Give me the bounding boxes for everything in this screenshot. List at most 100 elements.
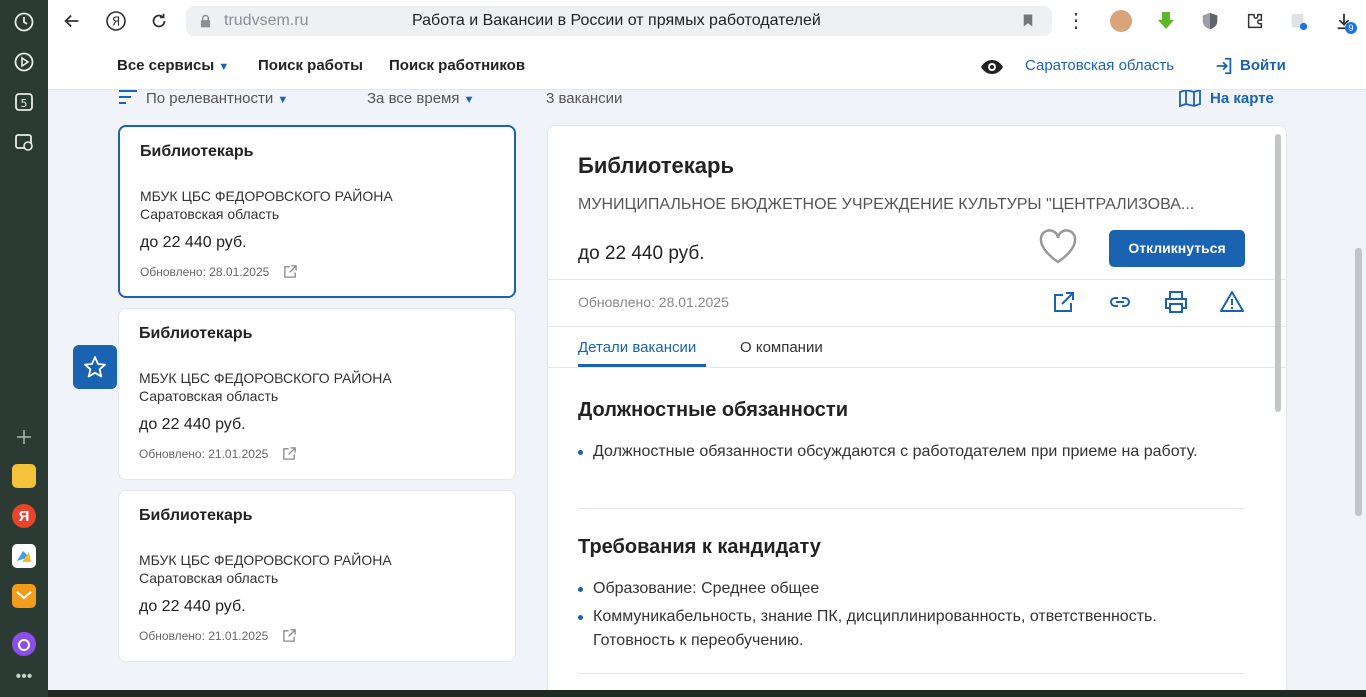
map-link[interactable]: На карте [1210, 90, 1274, 107]
requirements-heading: Требования к кандидату [578, 536, 821, 558]
puzzle-ext-icon[interactable] [1244, 10, 1266, 32]
vacancy-salary: до 22 440 руб. [139, 598, 246, 615]
more-icon[interactable]: ••• [12, 665, 36, 689]
vacancy-updated: Обновлено: 21.01.2025 [139, 446, 297, 464]
vacancy-salary: до 22 440 руб. [140, 234, 247, 251]
divider [548, 367, 1286, 368]
period-label: За все время [367, 90, 460, 107]
yandex-icon[interactable]: Я [105, 10, 127, 32]
downloads-badge: 9 [1345, 22, 1357, 34]
updated-text: Обновлено: 28.01.2025 [140, 265, 270, 280]
browser-toolbar: Я trudvsem.ru Работа и Вакансии в России… [48, 0, 1366, 42]
sort-dropdown[interactable]: По релевантности ▼ [146, 90, 288, 107]
main-content: По релевантности ▼ За все время ▼ 3 вака… [48, 90, 1366, 690]
menu-dots-icon[interactable]: ⋮ [1066, 8, 1086, 33]
updated-text: Обновлено: 21.01.2025 [139, 447, 269, 462]
tab-company[interactable]: О компании [740, 339, 823, 356]
external-link-icon[interactable] [282, 446, 297, 464]
favorites-button[interactable] [73, 345, 117, 389]
copy-link-icon[interactable] [1107, 289, 1133, 315]
url-host: trudvsem.ru [224, 12, 309, 29]
reload-icon[interactable] [148, 10, 170, 32]
external-link-icon[interactable] [283, 264, 298, 282]
lock-icon [200, 14, 211, 33]
detail-company[interactable]: МУНИЦИПАЛЬНОЕ БЮДЖЕТНОЕ УЧРЕЖДЕНИЕ КУЛЬТ… [578, 196, 1194, 214]
find-workers-link[interactable]: Поиск работников [389, 57, 525, 74]
vacancy-title: Библиотекарь [139, 325, 253, 342]
detail-title: Библиотекарь [578, 153, 734, 178]
company-region: Саратовская область [139, 388, 279, 404]
svg-text:5: 5 [21, 97, 28, 110]
history-icon[interactable] [12, 10, 36, 34]
vacancy-salary: до 22 440 руб. [139, 416, 246, 433]
tab-title: Работа и Вакансии в России от прямых раб… [412, 12, 821, 29]
external-link-icon[interactable] [282, 628, 297, 646]
sort-label: По релевантности [146, 90, 274, 107]
translate-ext-icon[interactable] [1288, 10, 1310, 32]
region-selector[interactable]: Саратовская область [1025, 57, 1174, 74]
vacancy-updated: Обновлено: 28.01.2025 [140, 264, 298, 282]
login-icon[interactable] [1214, 56, 1234, 81]
report-warning-icon[interactable] [1219, 289, 1245, 315]
video-icon[interactable] [12, 50, 36, 74]
downloads-icon[interactable]: 9 [1333, 10, 1357, 34]
shield-ext-icon[interactable] [1199, 10, 1221, 32]
caret-down-icon: ▼ [277, 94, 289, 106]
mail-app-icon[interactable] [12, 584, 36, 608]
page-scrollbar[interactable] [1355, 248, 1362, 516]
alice-icon[interactable] [12, 632, 36, 656]
vacancy-card[interactable]: Библиотекарь МБУК ЦБС ФЕДОРОВСКОГО РАЙОН… [118, 125, 516, 298]
divider [548, 279, 1286, 280]
vacancy-card[interactable]: Библиотекарь МБУК ЦБС ФЕДОРОВСКОГО РАЙОН… [118, 490, 516, 662]
requirement-item: Образование: Среднее общее [578, 577, 1238, 601]
vacancy-card[interactable]: Библиотекарь МБУК ЦБС ФЕДОРОВСКОГО РАЙОН… [118, 308, 516, 480]
download-ext-icon[interactable] [1155, 10, 1177, 32]
site-header: Все сервисы ▼ Поиск работы Поиск работни… [48, 42, 1366, 90]
sort-icon [118, 90, 138, 109]
login-link[interactable]: Войти [1240, 57, 1286, 74]
company-name: МБУК ЦБС ФЕДОРОВСКОГО РАЙОНА [139, 370, 392, 386]
company-name: МБУК ЦБС ФЕДОРОВСКОГО РАЙОНА [140, 188, 393, 204]
star-icon [84, 356, 106, 378]
extension-avatar-icon[interactable] [1110, 10, 1132, 32]
divider [578, 673, 1245, 674]
all-services-label: Все сервисы [117, 57, 215, 74]
detail-salary: до 22 440 руб. [578, 243, 705, 264]
channel-five-icon[interactable]: 5 [12, 90, 36, 114]
company-region: Саратовская область [139, 570, 279, 586]
bookmark-icon[interactable] [1022, 13, 1034, 33]
caret-down-icon: ▼ [218, 61, 230, 73]
browser-sidebar: 5 Я ••• [0, 0, 48, 697]
company-region: Саратовская область [140, 206, 280, 222]
requirement-item: Коммуникабельность, знание ПК, дисциплин… [578, 605, 1238, 653]
duties-heading: Должностные обязанности [578, 399, 848, 421]
yandex-app-icon[interactable]: Я [12, 504, 36, 528]
period-dropdown[interactable]: За все время ▼ [367, 90, 475, 107]
find-job-link[interactable]: Поиск работы [258, 57, 363, 74]
updated-text: Обновлено: 21.01.2025 [139, 629, 269, 644]
respond-button[interactable]: Откликнуться [1109, 230, 1245, 267]
all-services-menu[interactable]: Все сервисы ▼ [117, 57, 229, 74]
map-icon[interactable] [1179, 90, 1201, 113]
svg-text:Я: Я [112, 15, 120, 29]
detail-scrollbar[interactable] [1275, 134, 1281, 412]
add-icon[interactable] [12, 425, 36, 449]
divider [548, 326, 1286, 327]
address-bar[interactable]: trudvsem.ru Работа и Вакансии в России о… [186, 6, 1052, 36]
external-link-icon[interactable] [1051, 289, 1077, 315]
screenshot-icon[interactable] [12, 130, 36, 154]
heart-icon[interactable] [1038, 229, 1078, 270]
accessibility-eye-icon[interactable] [980, 55, 1004, 84]
tab-details[interactable]: Детали вакансии [578, 339, 696, 356]
print-icon[interactable] [1163, 289, 1189, 315]
notes-app-icon[interactable] [12, 464, 36, 488]
duty-item: Должностные обязанности обсуждаются с ра… [578, 440, 1228, 464]
games-app-icon[interactable] [12, 544, 36, 568]
detail-updated: Обновлено: 28.01.2025 [578, 294, 729, 310]
company-name: МБУК ЦБС ФЕДОРОВСКОГО РАЙОНА [139, 552, 392, 568]
back-icon[interactable] [61, 10, 83, 32]
vacancy-updated: Обновлено: 21.01.2025 [139, 628, 297, 646]
vacancy-count: 3 вакансии [546, 90, 623, 107]
vacancy-company: МБУК ЦБС ФЕДОРОВСКОГО РАЙОНА Саратовская … [139, 551, 392, 587]
vacancy-title: Библиотекарь [140, 143, 254, 160]
